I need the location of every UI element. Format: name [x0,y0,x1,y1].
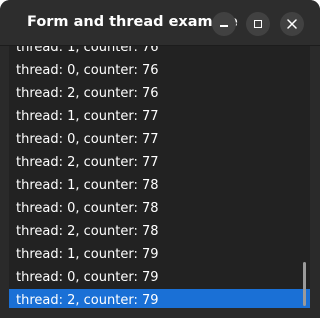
window-title: Form and thread example [27,14,238,30]
thread-list[interactable]: thread: 1, counter: 76 thread: 0, counter… [9,46,310,308]
list-item[interactable]: thread: 2, counter: 76 [9,82,310,105]
list-item[interactable]: thread: 2, counter: 77 [9,151,310,174]
minimize-icon [220,25,228,27]
app-window: Form and thread example thread: 1, count… [0,0,320,318]
minimize-button[interactable] [212,12,236,36]
list-item[interactable]: thread: 1, counter: 79 [9,243,310,266]
list-item-selected[interactable]: thread: 2, counter: 79 [9,289,310,308]
list-item[interactable]: thread: 0, counter: 77 [9,128,310,151]
list-item[interactable]: thread: 0, counter: 76 [9,59,310,82]
thread-list-rows: thread: 1, counter: 76 thread: 0, counter… [9,46,310,308]
list-item[interactable]: thread: 0, counter: 79 [9,266,310,289]
window-bottom-edge [0,308,320,318]
list-item[interactable]: thread: 0, counter: 78 [9,197,310,220]
list-scrollbar[interactable] [303,262,306,306]
maximize-icon [254,20,262,28]
close-icon [287,19,297,29]
list-item[interactable]: thread: 1, counter: 77 [9,105,310,128]
maximize-button[interactable] [246,12,270,36]
list-item[interactable]: thread: 1, counter: 76 [9,46,310,59]
close-button[interactable] [280,12,304,36]
list-item[interactable]: thread: 1, counter: 78 [9,174,310,197]
list-item[interactable]: thread: 2, counter: 78 [9,220,310,243]
title-bar[interactable]: Form and thread example [0,0,320,46]
